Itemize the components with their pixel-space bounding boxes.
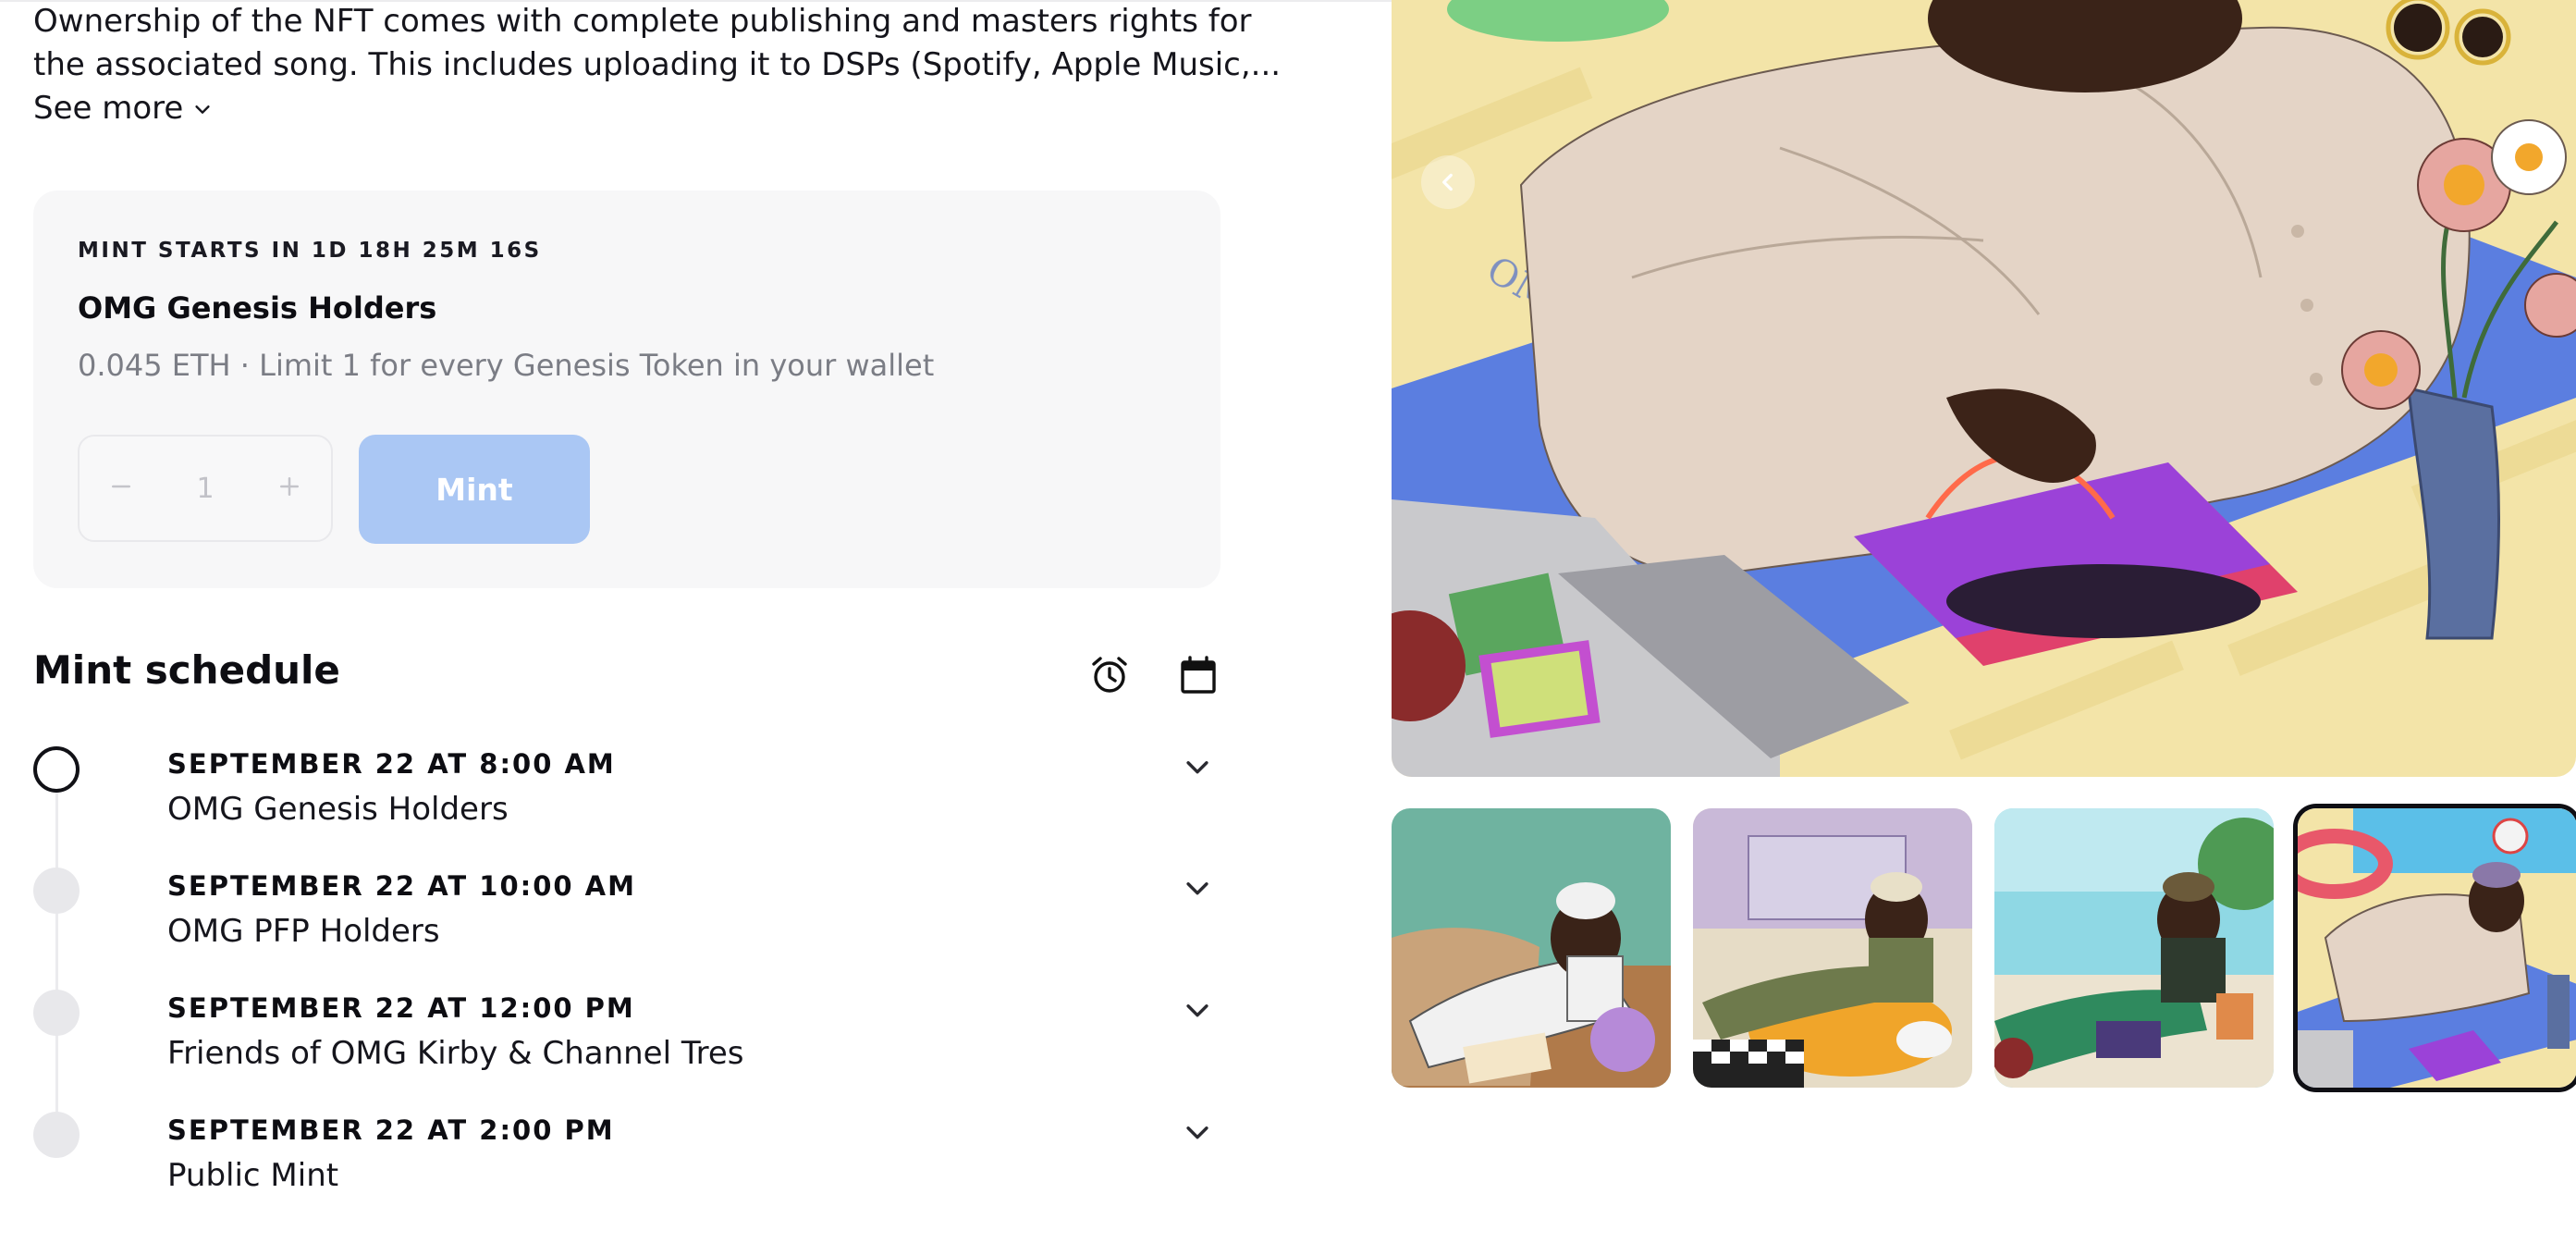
price-limit: 0.045 ETH · Limit 1 for every Genesis To… xyxy=(78,348,935,383)
chevron-down-icon[interactable] xyxy=(1182,872,1213,904)
mint-button[interactable]: Mint xyxy=(359,435,590,544)
gallery-thumbnail-selected[interactable] xyxy=(2298,808,2576,1088)
mint-phase-card: MINT STARTS IN 1D 18H 25M 16S OMG Genesi… xyxy=(33,191,1221,588)
gallery-thumbnail[interactable] xyxy=(1392,808,1671,1088)
see-more-button[interactable]: See more xyxy=(33,87,213,130)
schedule-node xyxy=(33,990,80,1036)
thumbnail-image-2 xyxy=(1693,808,1972,1088)
gallery-thumbnail[interactable] xyxy=(1693,808,1972,1088)
schedule-date: SEPTEMBER 22 AT 2:00 PM xyxy=(167,1114,615,1146)
schedule-node-active xyxy=(33,746,80,793)
increment-button[interactable] xyxy=(276,473,303,504)
calendar-icon[interactable] xyxy=(1176,653,1221,697)
plus-icon xyxy=(280,477,299,496)
schedule-date: SEPTEMBER 22 AT 8:00 AM xyxy=(167,748,616,780)
description-line-2: the associated song. This includes uploa… xyxy=(33,46,1282,83)
phase-name: OMG Genesis Holders xyxy=(78,290,437,326)
schedule-node xyxy=(33,868,80,914)
thumbnail-image-4 xyxy=(2298,808,2576,1088)
nft-artwork-main: OMGKIRBY OMGKIRBY OMGKIRBY xyxy=(1392,0,2576,777)
artwork-illustration: OMGKIRBY OMGKIRBY OMGKIRBY xyxy=(1392,0,2576,777)
minus-icon xyxy=(112,485,130,488)
schedule-timeline-line xyxy=(55,792,58,1138)
chevron-down-icon[interactable] xyxy=(1182,1116,1213,1148)
schedule-phase-name: OMG Genesis Holders xyxy=(167,791,509,828)
description-line-1: Ownership of the NFT comes with complete… xyxy=(33,3,1252,40)
schedule-phase-name: OMG PFP Holders xyxy=(167,913,440,950)
schedule-phase-name: Public Mint xyxy=(167,1157,339,1194)
schedule-date: SEPTEMBER 22 AT 12:00 PM xyxy=(167,992,635,1024)
chevron-down-icon[interactable] xyxy=(1182,994,1213,1026)
thumbnail-image-3 xyxy=(1994,808,2274,1088)
gallery-thumbnail[interactable] xyxy=(1994,808,2274,1088)
schedule-date: SEPTEMBER 22 AT 10:00 AM xyxy=(167,870,636,902)
alarm-clock-icon[interactable] xyxy=(1087,653,1132,697)
see-more-label: See more xyxy=(33,90,184,127)
chevron-down-icon[interactable] xyxy=(1182,751,1213,782)
nft-description: Ownership of the NFT comes with complete… xyxy=(33,0,1282,87)
thumbnail-image-1 xyxy=(1392,808,1671,1088)
chevron-left-icon xyxy=(1442,173,1453,191)
mint-countdown: MINT STARTS IN 1D 18H 25M 16S xyxy=(78,239,542,263)
schedule-phase-name: Friends of OMG Kirby & Channel Tres xyxy=(167,1035,744,1072)
gallery-previous-button[interactable] xyxy=(1421,155,1475,209)
decrement-button[interactable] xyxy=(107,473,135,504)
chevron-down-icon xyxy=(195,105,210,114)
quantity-value[interactable]: 1 xyxy=(196,473,214,505)
schedule-node xyxy=(33,1112,80,1158)
quantity-stepper: 1 xyxy=(78,435,333,542)
mint-schedule-title: Mint schedule xyxy=(33,647,340,693)
